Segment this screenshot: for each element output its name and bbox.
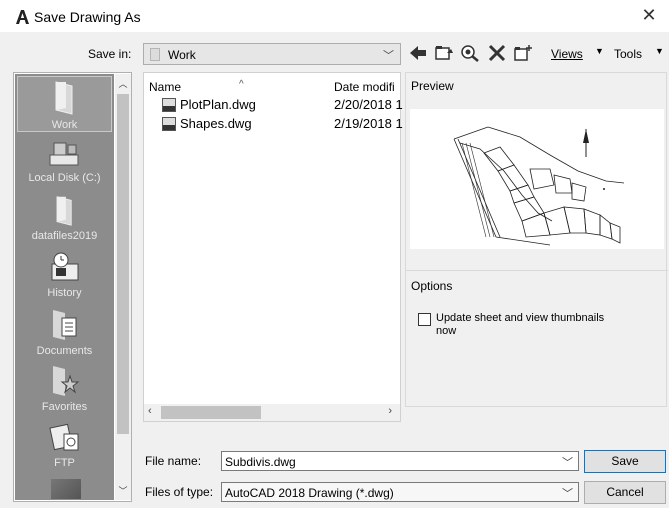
scroll-right-icon[interactable]: › — [388, 405, 392, 417]
new-folder-icon[interactable] — [513, 44, 533, 62]
column-header-date[interactable]: Date modifi — [334, 80, 395, 94]
save-in-label: Save in: — [88, 47, 132, 61]
scrollbar-thumb[interactable] — [161, 406, 261, 419]
file-name: PlotPlan.dwg — [180, 97, 256, 112]
place-datafiles2019[interactable]: datafiles2019 — [15, 195, 114, 242]
scroll-up-icon[interactable]: ︿ — [115, 77, 131, 90]
file-date: 2/20/2018 1 — [334, 97, 403, 112]
chevron-down-icon: ﹀ — [383, 50, 394, 62]
update-thumbnails-label[interactable]: Update sheet and view thumbnails now — [436, 312, 616, 338]
file-name-value: Subdivis.dwg — [225, 455, 296, 469]
place-work[interactable]: Work — [15, 80, 114, 131]
chevron-down-icon[interactable]: ﹀ — [562, 454, 573, 470]
place-label: Local Disk (C:) — [28, 172, 101, 184]
back-arrow-icon[interactable] — [408, 44, 428, 62]
place-label: History — [47, 287, 82, 299]
preview-group: Preview Options Update sheet and view th… — [405, 72, 668, 407]
file-date: 2/19/2018 1 — [334, 116, 403, 131]
file-type-value: AutoCAD 2018 Drawing (*.dwg) — [225, 486, 394, 500]
sort-ascending-icon: ^ — [239, 79, 244, 90]
place-label: Documents — [36, 345, 93, 357]
file-list-hscrollbar[interactable]: ‹ › — [144, 404, 400, 421]
place-history[interactable]: History — [15, 250, 114, 299]
place-ftp[interactable]: FTP — [15, 420, 114, 469]
folder-icon — [56, 196, 72, 226]
views-menu[interactable]: Views — [551, 47, 583, 61]
close-icon: ✕ — [641, 5, 657, 25]
favorites-icon — [52, 366, 79, 396]
drawing-preview — [410, 109, 664, 249]
place-local-disk[interactable]: Local Disk (C:) — [15, 141, 114, 184]
views-caret-icon[interactable]: ▼ — [595, 46, 604, 56]
hard-disk-icon — [49, 142, 78, 166]
scrollbar-thumb[interactable] — [117, 94, 129, 434]
folder-icon — [55, 81, 72, 115]
ftp-icon — [48, 423, 78, 451]
more-places-icon[interactable] — [51, 479, 81, 499]
close-button[interactable]: ✕ — [629, 0, 669, 32]
options-label: Options — [411, 279, 453, 293]
autocad-logo-icon — [16, 10, 29, 24]
file-name-input[interactable]: Subdivis.dwg ﹀ — [221, 451, 579, 471]
file-list: Name ^ Date modifi PlotPlan.dwg 2/20/201… — [143, 72, 403, 422]
subdivision-drawing-thumbnail — [453, 126, 625, 246]
tools-menu[interactable]: Tools — [614, 47, 642, 61]
save-drawing-dialog: Save Drawing As ✕ Save in: Work ﹀ Views — [0, 0, 669, 508]
window-title: Save Drawing As — [34, 9, 141, 25]
folder-icon — [150, 48, 160, 61]
search-web-icon[interactable] — [460, 44, 480, 62]
place-favorites[interactable]: Favorites — [15, 364, 114, 413]
chevron-down-icon[interactable]: ﹀ — [562, 485, 573, 501]
title-bar: Save Drawing As ✕ — [0, 0, 669, 32]
place-documents[interactable]: Documents — [15, 308, 114, 357]
cancel-button[interactable]: Cancel — [584, 481, 666, 504]
scroll-down-icon[interactable]: ﹀ — [115, 484, 131, 497]
place-label: Work — [51, 119, 78, 131]
up-folder-icon[interactable] — [434, 44, 454, 62]
place-label: Favorites — [41, 401, 88, 413]
save-in-value: Work — [168, 48, 196, 62]
delete-icon[interactable] — [487, 44, 507, 62]
tools-caret-icon[interactable]: ▼ — [655, 46, 664, 56]
place-label: datafiles2019 — [31, 230, 98, 242]
file-row[interactable]: PlotPlan.dwg — [162, 96, 322, 114]
column-header-name[interactable]: Name ^ — [149, 79, 244, 94]
dwg-file-icon — [162, 98, 176, 112]
file-name-label: File name: — [145, 454, 202, 468]
preview-label: Preview — [411, 79, 454, 93]
documents-icon — [52, 310, 76, 340]
scroll-left-icon[interactable]: ‹ — [148, 405, 152, 417]
places-list: Work Local Disk (C:) datafiles2019 Histo… — [15, 74, 114, 500]
place-label: FTP — [54, 457, 75, 469]
file-type-label: Files of type: — [145, 485, 214, 499]
update-thumbnails-checkbox[interactable] — [418, 313, 431, 326]
file-row[interactable]: Shapes.dwg — [162, 115, 322, 133]
places-sidebar: Work Local Disk (C:) datafiles2019 Histo… — [13, 72, 132, 502]
save-in-dropdown[interactable]: Work ﹀ — [143, 43, 401, 65]
places-scrollbar[interactable]: ︿ ﹀ — [115, 74, 131, 500]
dwg-file-icon — [162, 117, 176, 131]
save-button[interactable]: Save — [584, 450, 666, 473]
file-name: Shapes.dwg — [180, 116, 252, 131]
file-type-dropdown[interactable]: AutoCAD 2018 Drawing (*.dwg) ﹀ — [221, 482, 579, 502]
history-icon — [51, 252, 78, 281]
